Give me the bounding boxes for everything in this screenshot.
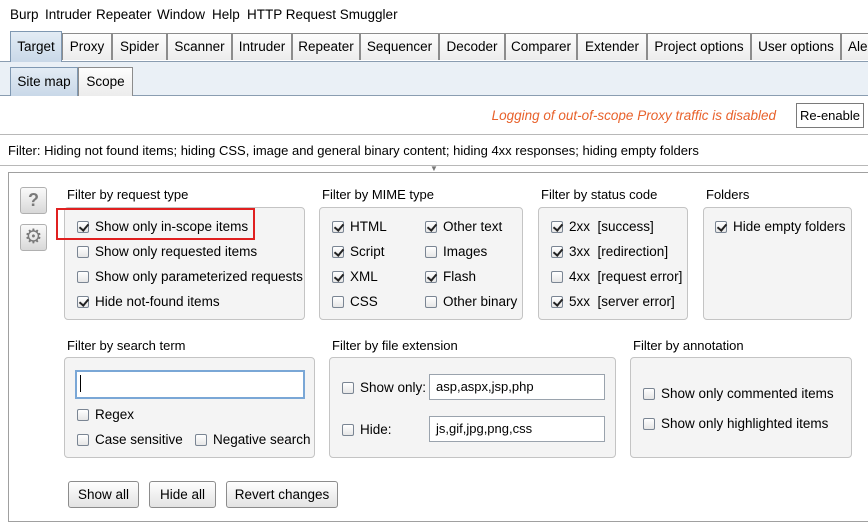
negative-search-checkbox[interactable]: Negative search [195, 432, 311, 450]
tab-repeater[interactable]: Repeater [292, 33, 360, 60]
mime-other-text-checkbox[interactable]: Other text [425, 219, 502, 237]
menu-window[interactable]: Window [157, 7, 205, 22]
re-enable-button[interactable]: Re-enable [796, 103, 864, 128]
checkbox-icon[interactable] [77, 409, 89, 421]
show-requested-checkbox[interactable]: Show only requested items [77, 244, 257, 262]
show-only-extension-checkbox[interactable]: Show only: [342, 380, 426, 398]
tab-alerts[interactable]: Ale [841, 33, 868, 60]
checkbox-icon[interactable] [715, 221, 727, 233]
mime-xml-checkbox[interactable]: XML [332, 269, 378, 287]
checkbox-icon[interactable] [77, 246, 89, 258]
regex-checkbox[interactable]: Regex [77, 407, 134, 425]
checkbox-icon[interactable] [195, 434, 207, 446]
menu-help[interactable]: Help [212, 7, 240, 22]
tab-spider[interactable]: Spider [112, 33, 167, 60]
search-input[interactable] [75, 370, 305, 399]
show-parameterized-checkbox[interactable]: Show only parameterized requests [77, 269, 303, 287]
revert-changes-button[interactable]: Revert changes [226, 481, 338, 508]
status-code-title: Filter by status code [541, 187, 658, 202]
help-icon[interactable]: ? [20, 187, 47, 214]
checkbox-icon[interactable] [77, 271, 89, 283]
tab-sequencer[interactable]: Sequencer [360, 33, 439, 60]
mime-images-checkbox[interactable]: Images [425, 244, 487, 262]
tab-intruder[interactable]: Intruder [232, 33, 292, 60]
tab-comparer[interactable]: Comparer [505, 33, 577, 60]
search-term-title: Filter by search term [67, 338, 186, 353]
checkbox-icon[interactable] [551, 296, 563, 308]
checkbox-icon[interactable] [342, 382, 354, 394]
case-sensitive-checkbox[interactable]: Case sensitive [77, 432, 183, 450]
folders-title: Folders [706, 187, 750, 202]
checkbox-icon[interactable] [425, 221, 437, 233]
hide-not-found-checkbox[interactable]: Hide not-found items [77, 294, 220, 312]
gear-icon[interactable]: ⚙ [20, 224, 47, 251]
show-all-button[interactable]: Show all [68, 481, 139, 508]
tab-site-map[interactable]: Site map [10, 67, 78, 96]
checkbox-icon[interactable] [332, 296, 344, 308]
checkbox-icon[interactable] [342, 424, 354, 436]
menu-burp[interactable]: Burp [10, 7, 39, 22]
file-extension-group [329, 357, 616, 458]
highlight-annotation [56, 208, 255, 240]
tab-proxy[interactable]: Proxy [62, 33, 112, 60]
checkbox-icon[interactable] [551, 271, 563, 283]
hide-all-button[interactable]: Hide all [149, 481, 216, 508]
status-4xx-checkbox[interactable]: 4xx [request error] [551, 269, 682, 287]
hide-extension-input[interactable]: js,gif,jpg,png,css [429, 416, 605, 442]
checkbox-icon[interactable] [77, 296, 89, 308]
request-type-title: Filter by request type [67, 187, 189, 202]
hide-extension-checkbox[interactable]: Hide: [342, 422, 392, 440]
annotation-title: Filter by annotation [633, 338, 744, 353]
checkbox-icon[interactable] [332, 246, 344, 258]
filter-bar[interactable]: Filter: Hiding not found items; hiding C… [0, 134, 868, 166]
tab-user-options[interactable]: User options [751, 33, 841, 60]
tab-decoder[interactable]: Decoder [439, 33, 505, 60]
mime-flash-checkbox[interactable]: Flash [425, 269, 476, 287]
menu-intruder[interactable]: Intruder [45, 7, 92, 22]
mime-script-checkbox[interactable]: Script [332, 244, 385, 262]
menu-repeater[interactable]: Repeater [96, 7, 152, 22]
tab-scanner[interactable]: Scanner [167, 33, 232, 60]
text-cursor [80, 375, 81, 392]
tab-target[interactable]: Target [10, 31, 62, 62]
checkbox-icon[interactable] [332, 271, 344, 283]
checkbox-icon[interactable] [332, 221, 344, 233]
checkbox-icon[interactable] [425, 246, 437, 258]
checkbox-icon[interactable] [77, 434, 89, 446]
checkbox-icon[interactable] [425, 296, 437, 308]
sub-tab-strip: Site map Scope [0, 62, 868, 96]
checkbox-icon[interactable] [425, 271, 437, 283]
logging-disabled-message: Logging of out-of-scope Proxy traffic is… [491, 108, 776, 123]
file-extension-title: Filter by file extension [332, 338, 458, 353]
tab-scope[interactable]: Scope [78, 67, 133, 96]
hide-empty-folders-checkbox[interactable]: Hide empty folders [715, 219, 846, 237]
filter-summary: Filter: Hiding not found items; hiding C… [8, 143, 699, 158]
main-tab-strip: Target Proxy Spider Scanner Intruder Rep… [0, 28, 868, 62]
menu-bar: Burp Intruder Repeater Window Help HTTP … [0, 0, 868, 28]
show-only-extension-input[interactable]: asp,aspx,jsp,php [429, 374, 605, 400]
checkbox-icon[interactable] [643, 418, 655, 430]
status-5xx-checkbox[interactable]: 5xx [server error] [551, 294, 675, 312]
annotation-group [630, 357, 852, 458]
tab-project-options[interactable]: Project options [647, 33, 751, 60]
show-commented-checkbox[interactable]: Show only commented items [643, 386, 834, 404]
mime-other-binary-checkbox[interactable]: Other binary [425, 294, 517, 312]
show-highlighted-checkbox[interactable]: Show only highlighted items [643, 416, 828, 434]
mime-type-title: Filter by MIME type [322, 187, 434, 202]
tab-extender[interactable]: Extender [577, 33, 647, 60]
menu-http-request-smuggler[interactable]: HTTP Request Smuggler [247, 7, 398, 22]
checkbox-icon[interactable] [551, 246, 563, 258]
mime-html-checkbox[interactable]: HTML [332, 219, 387, 237]
status-3xx-checkbox[interactable]: 3xx [redirection] [551, 244, 668, 262]
checkbox-icon[interactable] [643, 388, 655, 400]
checkbox-icon[interactable] [551, 221, 563, 233]
status-2xx-checkbox[interactable]: 2xx [success] [551, 219, 654, 237]
mime-css-checkbox[interactable]: CSS [332, 294, 378, 312]
